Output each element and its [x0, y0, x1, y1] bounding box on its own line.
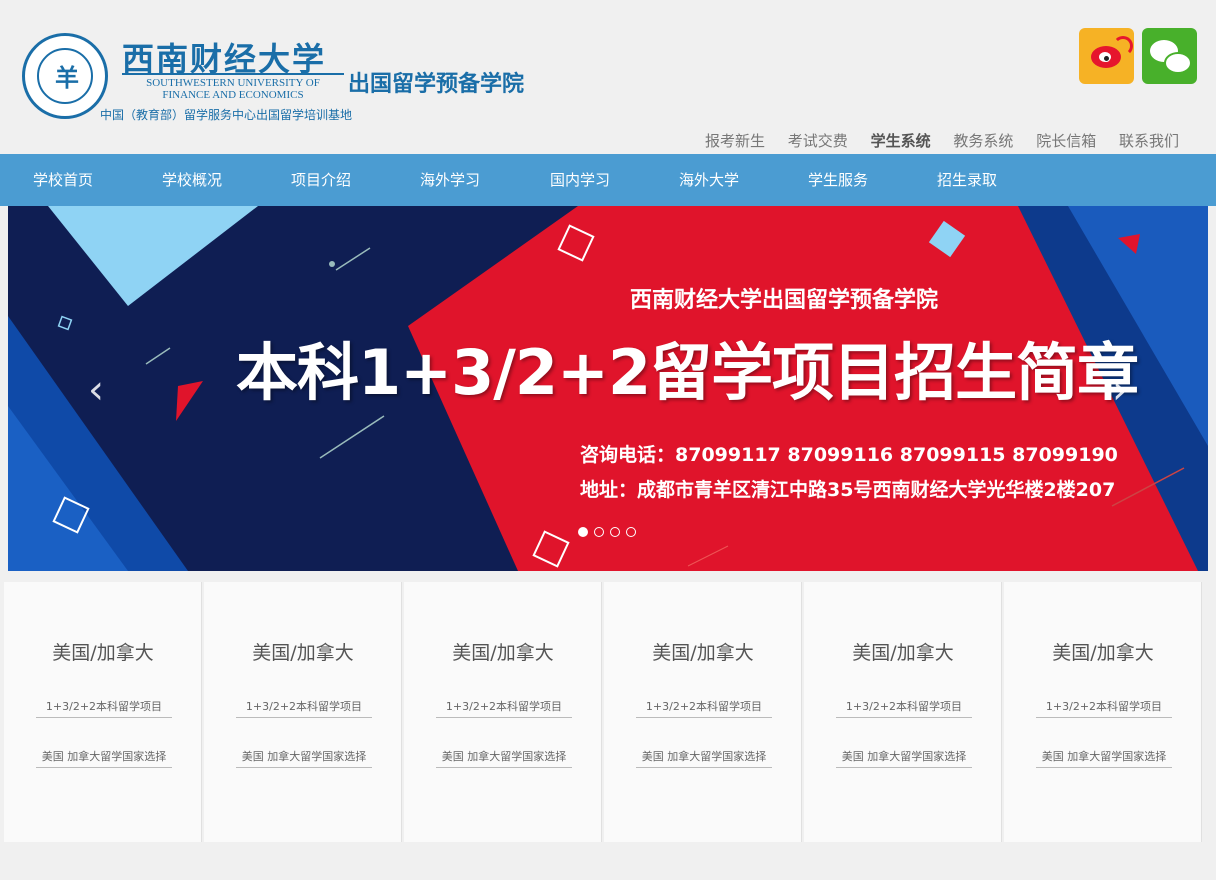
banner-prev-arrow-icon[interactable]: ‹: [83, 370, 109, 410]
college-name: 出国留学预备学院: [348, 72, 525, 97]
program-card-link-project[interactable]: 1+3/2+2本科留学项目: [636, 698, 772, 718]
program-card-link-project[interactable]: 1+3/2+2本科留学项目: [36, 698, 172, 718]
banner-dot-3[interactable]: [610, 527, 620, 537]
university-name-en: SOUTHWESTERN UNIVERSITY OF FINANCE AND E…: [122, 73, 344, 101]
program-card-link-project[interactable]: 1+3/2+2本科留学项目: [836, 698, 972, 718]
program-card-title: 美国/加拿大: [1052, 642, 1154, 664]
university-seal-logo[interactable]: 羊: [22, 33, 108, 119]
university-name-en-line2: FINANCE AND ECONOMICS: [162, 89, 304, 101]
program-card-link-country[interactable]: 美国 加拿大留学国家选择: [636, 748, 772, 768]
seal-inner-ring: 羊: [37, 48, 93, 104]
nav-item-home[interactable]: 学校首页: [33, 154, 93, 206]
program-card[interactable]: 美国/加拿大 1+3/2+2本科留学项目 美国 加拿大留学国家选择: [1004, 582, 1202, 842]
program-card-link-country[interactable]: 美国 加拿大留学国家选择: [1036, 748, 1172, 768]
top-link-new-applicants[interactable]: 报考新生: [705, 132, 765, 150]
program-card-link-project[interactable]: 1+3/2+2本科留学项目: [236, 698, 372, 718]
banner-next-arrow-icon[interactable]: ›: [1107, 370, 1133, 410]
weibo-wave-shape: [1113, 36, 1133, 56]
program-card-link-project[interactable]: 1+3/2+2本科留学项目: [436, 698, 572, 718]
banner-address: 地址：成都市青羊区清江中路35号西南财经大学光华楼2楼207: [580, 479, 1116, 501]
nav-item-admissions[interactable]: 招生录取: [937, 154, 997, 206]
program-card[interactable]: 美国/加拿大 1+3/2+2本科留学项目 美国 加拿大留学国家选择: [204, 582, 402, 842]
banner-pagination: [578, 522, 642, 541]
program-card-title: 美国/加拿大: [652, 642, 754, 664]
banner-subtitle: 西南财经大学出国留学预备学院: [630, 288, 939, 313]
program-card-link-country[interactable]: 美国 加拿大留学国家选择: [36, 748, 172, 768]
program-card-link-country[interactable]: 美国 加拿大留学国家选择: [436, 748, 572, 768]
program-card[interactable]: 美国/加拿大 1+3/2+2本科留学项目 美国 加拿大留学国家选择: [604, 582, 802, 842]
nav-item-programs[interactable]: 项目介绍: [291, 154, 351, 206]
banner-dot-1[interactable]: [578, 527, 588, 537]
top-links: 报考新生 考试交费 学生系统 教务系统 院长信箱 联系我们: [687, 130, 1179, 151]
program-card-title: 美国/加拿大: [52, 642, 154, 664]
top-link-student-system[interactable]: 学生系统: [871, 132, 931, 150]
main-nav: 学校首页 学校概况 项目介绍 海外学习 国内学习 海外大学 学生服务 招生录取: [0, 154, 1216, 206]
program-card-link-country[interactable]: 美国 加拿大留学国家选择: [836, 748, 972, 768]
top-link-contact-us[interactable]: 联系我们: [1119, 132, 1179, 150]
program-card-title: 美国/加拿大: [252, 642, 354, 664]
site-subtitle: 中国（教育部）留学服务中心出国留学培训基地: [100, 108, 353, 122]
banner-dot-4[interactable]: [626, 527, 636, 537]
program-card[interactable]: 美国/加拿大 1+3/2+2本科留学项目 美国 加拿大留学国家选择: [804, 582, 1002, 842]
nav-item-overseas-universities[interactable]: 海外大学: [679, 154, 739, 206]
banner-headline: 本科1+3/2+2留学项目招生简章: [236, 336, 1139, 409]
nav-item-overseas-study[interactable]: 海外学习: [420, 154, 480, 206]
site-header: 羊 西南财经大学 SOUTHWESTERN UNIVERSITY OF FINA…: [0, 0, 1216, 154]
program-card-title: 美国/加拿大: [452, 642, 554, 664]
program-card-link-country[interactable]: 美国 加拿大留学国家选择: [236, 748, 372, 768]
weibo-dot-shape: [1103, 55, 1110, 62]
seal-emblem-icon: 羊: [55, 63, 79, 92]
nav-item-student-services[interactable]: 学生服务: [808, 154, 868, 206]
nav-item-domestic-study[interactable]: 国内学习: [550, 154, 610, 206]
program-card[interactable]: 美国/加拿大 1+3/2+2本科留学项目 美国 加拿大留学国家选择: [4, 582, 202, 842]
banner-phone: 咨询电话：87099117 87099116 87099115 87099190: [580, 444, 1118, 466]
top-link-academic-system[interactable]: 教务系统: [953, 132, 1013, 150]
wechat-icon[interactable]: [1142, 28, 1197, 84]
banner-dot-2[interactable]: [594, 527, 604, 537]
weibo-icon[interactable]: [1079, 28, 1134, 84]
program-card-title: 美国/加拿大: [852, 642, 954, 664]
top-link-exam-payment[interactable]: 考试交费: [788, 132, 848, 150]
nav-item-about[interactable]: 学校概况: [162, 154, 222, 206]
program-card[interactable]: 美国/加拿大 1+3/2+2本科留学项目 美国 加拿大留学国家选择: [404, 582, 602, 842]
university-name-en-line1: SOUTHWESTERN UNIVERSITY OF: [146, 77, 320, 89]
top-link-dean-mailbox[interactable]: 院长信箱: [1036, 132, 1096, 150]
program-card-link-project[interactable]: 1+3/2+2本科留学项目: [1036, 698, 1172, 718]
wechat-bubble-small: [1164, 52, 1192, 74]
